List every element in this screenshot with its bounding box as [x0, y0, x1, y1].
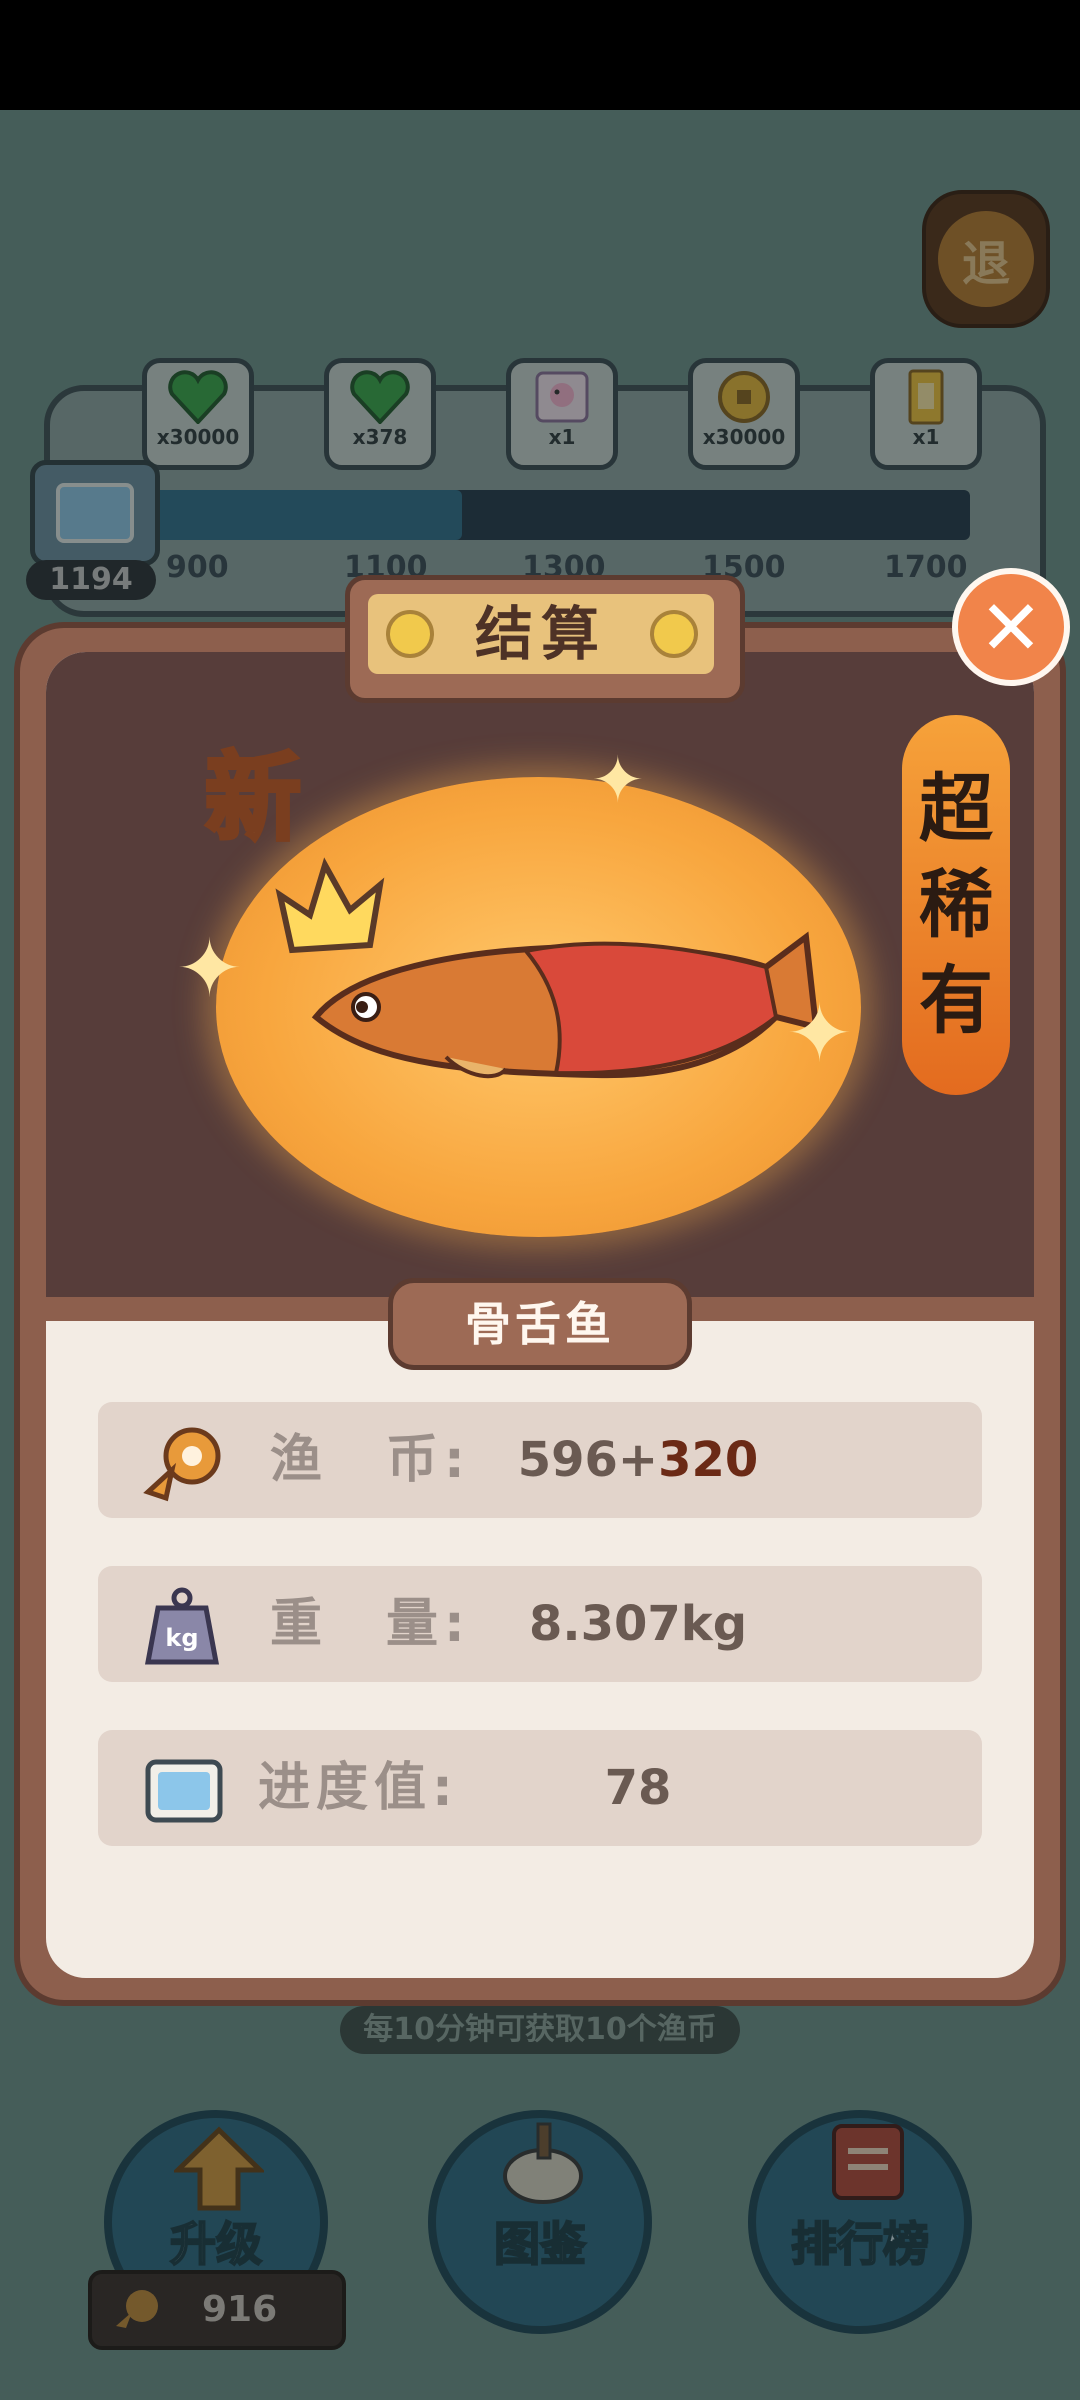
- status-bar: [0, 0, 1080, 110]
- svg-text:kg: kg: [165, 1624, 198, 1652]
- new-badge: 新: [203, 740, 303, 856]
- stat-row-progress: 进度值: 78: [98, 1730, 982, 1846]
- coins-plus: +: [617, 1432, 659, 1488]
- sparkle-icon: ✦: [591, 744, 645, 818]
- sparkle-icon: ✦: [176, 922, 244, 1015]
- title-face: 结算: [368, 594, 714, 674]
- stat-value: 78: [604, 1760, 672, 1816]
- rarity-char: 超: [919, 766, 993, 852]
- stat-value: 596+320: [458, 1402, 818, 1518]
- rarity-banner: 超 稀 有: [902, 715, 1010, 1095]
- progress-card-icon: [145, 1759, 223, 1823]
- sparkle-icon: ✦: [786, 987, 854, 1080]
- coins-base: 596: [517, 1432, 618, 1488]
- rarity-char: 有: [919, 958, 993, 1044]
- crown-icon: [275, 857, 385, 954]
- stat-row-coins: 渔 币: 596+320: [98, 1402, 982, 1518]
- stat-label: 重 量:: [270, 1594, 471, 1654]
- coins-bonus: 320: [658, 1432, 759, 1488]
- fish-name: 骨舌鱼: [388, 1278, 692, 1370]
- weight-kg-icon: kg: [144, 1587, 220, 1665]
- stat-label: 进度值:: [258, 1758, 459, 1818]
- fish-coin-icon: [143, 1427, 221, 1502]
- stat-label: 渔 币:: [270, 1430, 471, 1490]
- dialog-title: 结算: [474, 600, 607, 668]
- dialog-title-plaque: 结算: [345, 575, 745, 703]
- rarity-char: 稀: [919, 862, 993, 948]
- fish-showcase: ✦ ✦ ✦: [46, 652, 1034, 1302]
- stat-row-weight: kg 重 量: 8.307kg: [98, 1566, 982, 1682]
- stat-value: 8.307kg: [528, 1596, 748, 1652]
- close-button[interactable]: ✕: [952, 568, 1070, 686]
